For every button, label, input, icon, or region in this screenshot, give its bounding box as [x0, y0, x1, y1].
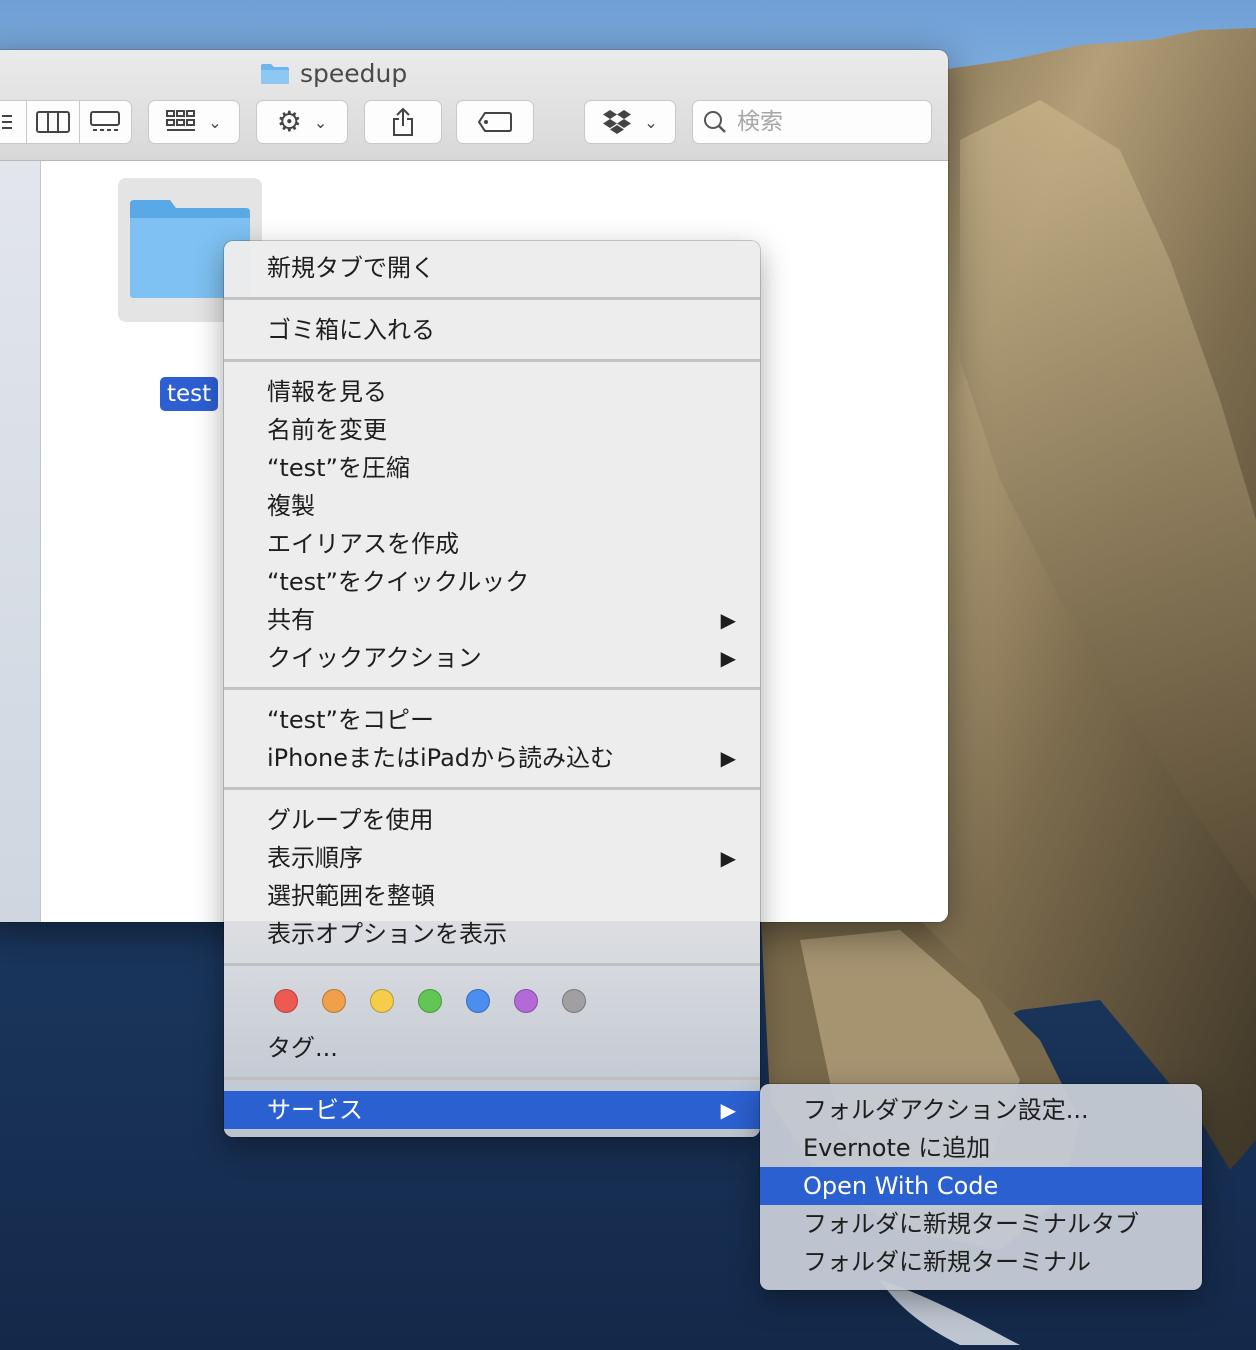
- menu-item-open-in-new-tab[interactable]: 新規タブで開く: [224, 249, 760, 287]
- submenu-item-label: Open With Code: [803, 1172, 999, 1200]
- menu-item-label: クイックアクション: [267, 644, 482, 672]
- column-view-button[interactable]: [26, 101, 78, 143]
- menu-item-services[interactable]: サービス ▶: [224, 1091, 760, 1129]
- search-icon: [704, 111, 726, 133]
- folder-name-label[interactable]: test: [160, 377, 219, 411]
- view-mode-control: [0, 100, 132, 144]
- share-button[interactable]: [364, 100, 442, 144]
- list-view-button[interactable]: [0, 101, 26, 143]
- menu-separator: [224, 787, 760, 790]
- submenu-item-label: フォルダに新規ターミナル: [803, 1248, 1091, 1276]
- search-field[interactable]: [692, 100, 932, 144]
- tag-color-gray-dot[interactable]: [562, 989, 586, 1013]
- menu-item-label: 表示オプションを表示: [267, 920, 507, 948]
- menu-item-label: “test”を圧縮: [267, 454, 410, 482]
- tag-icon: [477, 112, 512, 132]
- tag-color-orange-dot[interactable]: [322, 989, 346, 1013]
- menu-item-label: グループを使用: [267, 806, 434, 834]
- menu-item-label: 情報を見る: [267, 378, 387, 406]
- chevron-down-icon: ⌄: [644, 112, 658, 132]
- list-view-icon: [1, 115, 12, 129]
- menu-item-import-from-iphone[interactable]: iPhoneまたはiPadから読み込む ▶: [224, 739, 760, 777]
- chevron-down-icon: ⌄: [208, 112, 222, 132]
- menu-item-use-groups[interactable]: グループを使用: [224, 801, 760, 839]
- menu-item-label: 表示順序: [267, 844, 363, 872]
- menu-item-clean-up-selection[interactable]: 選択範囲を整頓: [224, 877, 760, 915]
- tag-color-red-dot[interactable]: [274, 989, 298, 1013]
- tag-color-purple-dot[interactable]: [514, 989, 538, 1013]
- menu-separator: [224, 963, 760, 966]
- tag-button[interactable]: [456, 100, 534, 144]
- context-menu: 新規タブで開く ゴミ箱に入れる 情報を見る 名前を変更 “test”を圧縮 複製…: [224, 241, 760, 1137]
- menu-item-move-to-trash[interactable]: ゴミ箱に入れる: [224, 311, 760, 349]
- group-icon: [166, 110, 196, 131]
- menu-item-quick-actions[interactable]: クイックアクション ▶: [224, 639, 760, 677]
- menu-item-make-alias[interactable]: エイリアスを作成: [224, 525, 760, 563]
- menu-item-label: “test”をコピー: [267, 706, 434, 734]
- menu-item-label: 新規タブで開く: [267, 254, 435, 282]
- menu-item-label: 選択範囲を整頓: [267, 882, 435, 910]
- menu-item-copy[interactable]: “test”をコピー: [224, 701, 760, 739]
- menu-item-quick-look[interactable]: “test”をクイックルック: [224, 563, 760, 601]
- menu-item-get-info[interactable]: 情報を見る: [224, 373, 760, 411]
- menu-item-share[interactable]: 共有 ▶: [224, 601, 760, 639]
- menu-separator: [224, 297, 760, 300]
- window-title: speedup: [260, 58, 407, 88]
- folder-icon: [260, 62, 290, 84]
- tag-color-green-dot[interactable]: [418, 989, 442, 1013]
- gallery-view-button[interactable]: [78, 101, 131, 143]
- column-view-icon: [35, 111, 70, 133]
- finder-toolbar: speedup ⌄ ⚙ ⌄ ⌄ 検索: [0, 50, 948, 161]
- menu-separator: [224, 359, 760, 362]
- menu-item-label: 共有: [267, 606, 315, 634]
- action-button[interactable]: ⚙ ⌄: [256, 100, 348, 144]
- sidebar-item-label[interactable]: o: [0, 916, 11, 922]
- dropbox-button[interactable]: ⌄: [584, 100, 676, 144]
- submenu-item-folder-actions-setup[interactable]: フォルダアクション設定...: [760, 1091, 1202, 1129]
- tag-color-blue-dot[interactable]: [466, 989, 490, 1013]
- submenu-item-label: フォルダに新規ターミナルタブ: [803, 1210, 1139, 1238]
- menu-separator: [224, 687, 760, 690]
- sidebar: o: [0, 161, 41, 922]
- submenu-arrow-icon: ▶: [720, 646, 736, 670]
- tag-color-yellow-dot[interactable]: [370, 989, 394, 1013]
- share-icon: [393, 107, 413, 136]
- menu-item-sort-by[interactable]: 表示順序 ▶: [224, 839, 760, 877]
- menu-item-label: “test”をクイックルック: [267, 568, 530, 596]
- menu-item-show-view-options[interactable]: 表示オプションを表示: [224, 915, 760, 953]
- menu-item-rename[interactable]: 名前を変更: [224, 411, 760, 449]
- menu-item-label: サービス: [267, 1096, 363, 1124]
- gear-icon: ⚙: [276, 105, 302, 138]
- submenu-arrow-icon: ▶: [720, 846, 736, 870]
- submenu-item-open-with-code[interactable]: Open With Code: [760, 1167, 1202, 1205]
- submenu-item-add-to-evernote[interactable]: Evernote に追加: [760, 1129, 1202, 1167]
- menu-separator: [224, 1077, 760, 1080]
- group-button[interactable]: ⌄: [148, 100, 240, 144]
- menu-item-label: 名前を変更: [267, 416, 387, 444]
- search-input[interactable]: [735, 108, 919, 136]
- menu-item-label: エイリアスを作成: [267, 530, 459, 558]
- submenu-item-new-terminal-at-folder[interactable]: フォルダに新規ターミナル: [760, 1243, 1202, 1281]
- menu-item-label: 複製: [267, 492, 315, 520]
- submenu-arrow-icon: ▶: [720, 608, 736, 632]
- submenu-item-label: Evernote に追加: [803, 1134, 991, 1162]
- menu-item-label: ゴミ箱に入れる: [267, 316, 435, 344]
- menu-item-label: iPhoneまたはiPadから読み込む: [267, 744, 615, 772]
- menu-item-label: タグ...: [267, 1034, 338, 1062]
- submenu-item-label: フォルダアクション設定...: [803, 1096, 1089, 1124]
- gallery-view-icon: [90, 111, 121, 131]
- submenu-arrow-icon: ▶: [720, 746, 736, 770]
- menu-item-duplicate[interactable]: 複製: [224, 487, 760, 525]
- dropbox-icon: [603, 110, 632, 134]
- menu-item-tags[interactable]: タグ...: [224, 1029, 760, 1067]
- chevron-down-icon: ⌄: [313, 112, 328, 132]
- services-submenu: フォルダアクション設定... Evernote に追加 Open With Co…: [760, 1084, 1202, 1290]
- submenu-arrow-icon: ▶: [720, 1098, 736, 1122]
- submenu-item-new-terminal-tab-at-folder[interactable]: フォルダに新規ターミナルタブ: [760, 1205, 1202, 1243]
- menu-item-compress[interactable]: “test”を圧縮: [224, 449, 760, 487]
- window-title-text: speedup: [300, 58, 408, 88]
